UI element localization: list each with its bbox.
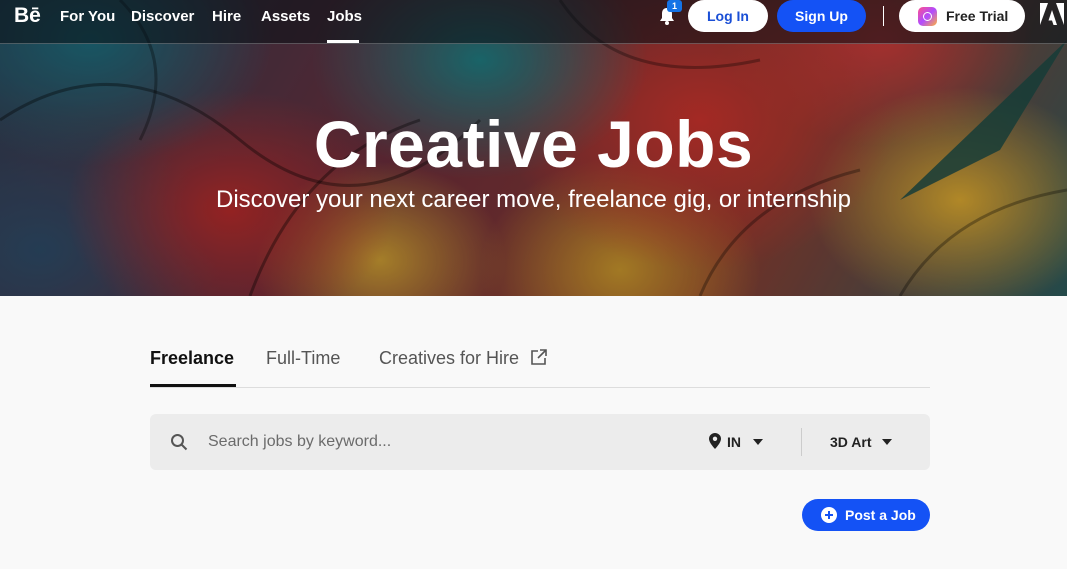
nav-link-hire[interactable]: Hire xyxy=(212,8,241,25)
location-value: IN xyxy=(727,434,741,450)
nav-divider xyxy=(883,6,884,26)
behance-logo[interactable]: Bē xyxy=(14,4,41,28)
hero-title: Creative Jobs xyxy=(313,107,754,181)
post-job-button[interactable]: Post a Job xyxy=(802,499,930,531)
login-button[interactable]: Log In xyxy=(688,0,768,32)
tab-freelance[interactable]: Freelance xyxy=(150,348,234,369)
location-pin-icon xyxy=(709,433,721,449)
job-search-bar: IN 3D Art xyxy=(150,414,930,470)
hero-subtitle: Discover your next career move, freelanc… xyxy=(216,186,851,213)
free-trial-button[interactable]: Free Trial xyxy=(899,0,1025,32)
nav-link-jobs[interactable]: Jobs xyxy=(327,8,362,25)
search-divider xyxy=(801,428,802,456)
category-dropdown[interactable]: 3D Art xyxy=(830,434,892,450)
free-trial-label: Free Trial xyxy=(946,8,1009,24)
tab-full-time[interactable]: Full-Time xyxy=(266,348,340,369)
active-nav-indicator xyxy=(327,40,359,43)
hero-banner: Creative Jobs Discover your next career … xyxy=(0,0,1067,296)
plus-circle-icon xyxy=(821,507,837,523)
category-value: 3D Art xyxy=(830,434,872,450)
notification-badge: 1 xyxy=(667,0,682,12)
adobe-logo-icon[interactable] xyxy=(1040,3,1064,25)
creative-cloud-icon xyxy=(918,7,937,26)
chevron-down-icon xyxy=(753,439,763,445)
nav-link-discover[interactable]: Discover xyxy=(131,8,194,25)
chevron-down-icon xyxy=(882,439,892,445)
nav-link-assets[interactable]: Assets xyxy=(261,8,310,25)
tab-creatives-for-hire[interactable]: Creatives for Hire xyxy=(379,348,519,369)
nav-link-for-you[interactable]: For You xyxy=(60,8,115,25)
signup-button[interactable]: Sign Up xyxy=(777,0,866,32)
search-icon xyxy=(171,434,188,451)
external-link-icon[interactable] xyxy=(530,348,548,366)
job-search-input[interactable] xyxy=(208,426,678,458)
tab-divider xyxy=(150,387,930,388)
post-job-label: Post a Job xyxy=(845,507,916,523)
top-nav: Bē For You Discover Hire Assets Jobs 1 L… xyxy=(0,0,1067,44)
